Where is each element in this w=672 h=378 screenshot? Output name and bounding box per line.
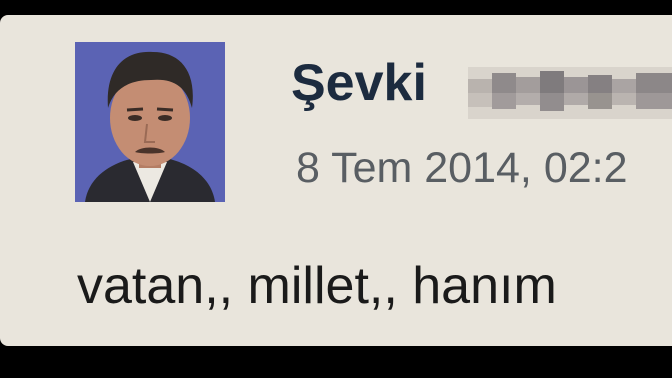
redacted-surname [468, 67, 672, 119]
screen: Şevki 8 Tem 2014, 02:2 vatan,, millet,, … [0, 0, 672, 378]
author-name[interactable]: Şevki [291, 51, 427, 115]
author-avatar[interactable] [75, 42, 225, 202]
post-timestamp[interactable]: 8 Tem 2014, 02:2 [296, 143, 628, 193]
post-card: Şevki 8 Tem 2014, 02:2 vatan,, millet,, … [0, 15, 672, 346]
avatar-photo-icon [75, 42, 225, 202]
post-text: vatan,, millet,, hanım [77, 257, 557, 315]
